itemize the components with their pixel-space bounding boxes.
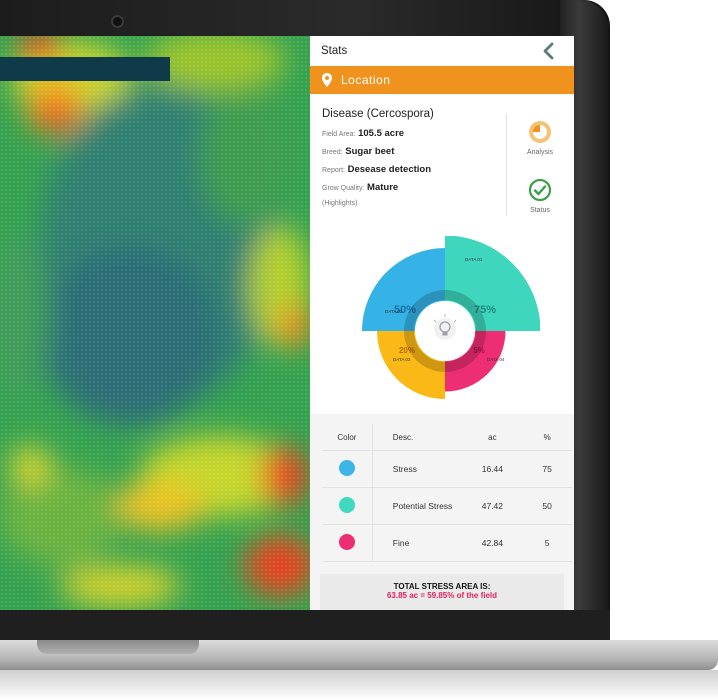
stress-table: Color Desc. ac % Stress 16.44 75 Potential … (322, 424, 572, 562)
field-area-row: Field Area: 105.5 acre (322, 128, 502, 139)
chevron-left-icon[interactable] (540, 41, 558, 61)
analysis-label: Analysis (526, 149, 554, 156)
divider (506, 114, 507, 216)
table-header-row: Color Desc. ac % (322, 424, 572, 451)
chart-series-label: DATA 02 (385, 309, 403, 314)
row-desc: Fine (371, 524, 463, 562)
color-dot (338, 497, 355, 513)
table-row[interactable]: Fine 42.84 5 (322, 524, 572, 562)
row-desc: Potential Stress (371, 487, 463, 525)
stats-header: Stats (310, 36, 574, 66)
report-value: Desease detection (347, 164, 432, 175)
table-row[interactable]: Stress 16.44 75 (322, 450, 572, 488)
analysis-button[interactable]: Analysis (515, 120, 565, 156)
header-ac: ac (462, 424, 523, 451)
stress-chart: 75%DATA 0150%DATA 0220%DATA 035%DATA 04 (362, 236, 540, 399)
stats-title: Stats (321, 45, 348, 57)
map-pin-icon (322, 73, 332, 87)
grow-quality-row: Grow Quality: Mature (322, 182, 502, 193)
row-pct: 75 (522, 450, 572, 488)
total-stress-title: TOTAL STRESS AREA IS: (393, 582, 491, 591)
breed-key: Breed: (322, 149, 343, 156)
location-bar[interactable]: Location (310, 66, 574, 94)
laptop-notch (37, 640, 199, 654)
row-ac: 47.42 (462, 487, 523, 525)
header-pct: % (522, 424, 572, 451)
highlights-label: (Highlights) (322, 200, 358, 207)
status-label: Status (530, 207, 550, 214)
report-row: Report: Desease detection (322, 164, 502, 175)
stress-table-area: Color Desc. ac % Stress 16.44 75 Potential … (310, 414, 574, 610)
breed-value: Sugar beet (345, 146, 395, 157)
header-color: Color (322, 424, 373, 451)
row-pct: 50 (522, 487, 572, 525)
row-pct: 5 (522, 524, 572, 562)
report-key: Report: (322, 167, 345, 174)
breed-row: Breed: Sugar beet (322, 146, 502, 157)
laptop-shadow (0, 670, 718, 700)
row-desc: Stress (371, 450, 463, 488)
check-circle-icon (528, 178, 552, 202)
field-info: Disease (Cercospora) Field Area: 105.5 a… (322, 108, 502, 207)
field-area-value: 105.5 acre (358, 128, 405, 139)
total-stress-value: 63.85 ac = 59.85% of the field (386, 591, 498, 600)
map-title-bar (0, 57, 170, 81)
chart-series-label: DATA 01 (465, 257, 483, 262)
disease-title: Disease (Cercospora) (322, 108, 434, 120)
table-row[interactable]: Potential Stress 47.42 50 (322, 487, 572, 525)
total-stress-box: TOTAL STRESS AREA IS: 63.85 ac = 59.85% … (320, 574, 564, 610)
row-color (322, 524, 373, 562)
webcam (111, 15, 124, 28)
chart-series-label: DATA 04 (487, 357, 505, 362)
chart-series-label: DATA 03 (393, 357, 411, 362)
color-dot (338, 460, 355, 476)
grow-quality-value: Mature (367, 182, 399, 193)
location-label: Location (341, 73, 391, 87)
field-heatmap (0, 36, 310, 610)
row-ac: 16.44 (462, 450, 523, 488)
row-color (322, 450, 373, 488)
screen: Stats Location Disease (Cercospora) Fiel… (0, 36, 574, 610)
row-color (322, 487, 373, 525)
row-ac: 42.84 (462, 524, 523, 562)
field-area-key: Field Area: (322, 131, 356, 138)
pie-chart-icon (529, 121, 551, 143)
grow-quality-key: Grow Quality: (322, 185, 365, 192)
color-dot (338, 534, 355, 550)
header-desc: Desc. (371, 424, 463, 451)
screen-bezel-bottom (0, 610, 610, 640)
status-button[interactable]: Status (515, 178, 565, 214)
stats-panel: Stats Location Disease (Cercospora) Fiel… (310, 36, 574, 610)
